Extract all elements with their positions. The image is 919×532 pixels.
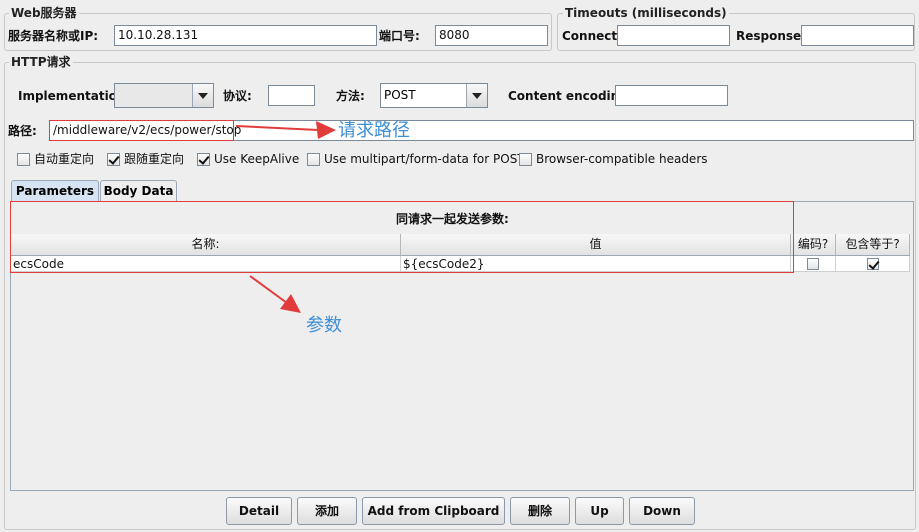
- path-arrow-icon: [235, 121, 336, 139]
- params-arrow-icon: [249, 275, 301, 313]
- params-annotation: 参数: [306, 315, 342, 336]
- annotation-arrows: [235, 121, 336, 313]
- path-annotation: 请求路径: [338, 120, 410, 141]
